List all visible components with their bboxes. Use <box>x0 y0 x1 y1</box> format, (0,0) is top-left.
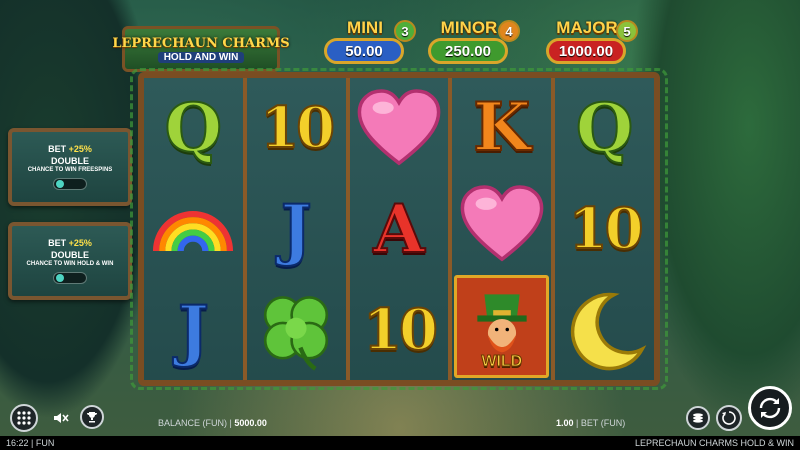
feature-description: CHANCE TO WIN FREESPINS <box>27 167 113 173</box>
reel-cell: J <box>247 179 346 280</box>
clock: 16:22 <box>6 438 29 448</box>
feature-description: CHANCE TO WIN HOLD & WIN <box>26 261 114 267</box>
reel-2: 10 J <box>246 78 346 380</box>
reel-cell: 10 <box>247 78 346 179</box>
status-left: 16:22 | FUN <box>6 438 55 448</box>
reel-cell <box>247 279 346 380</box>
reel-5: Q 10 <box>555 78 654 380</box>
rainbow-icon <box>153 211 234 252</box>
status-bar: 16:22 | FUN LEPRECHAUN CHARMS HOLD & WIN <box>0 436 800 450</box>
symbol-10: 10 <box>568 196 645 262</box>
jackpot-minor-value: 250.00 <box>428 38 508 64</box>
heart-icon <box>357 89 441 166</box>
balance-label: BALANCE (FUN) <box>158 418 228 428</box>
feature-panel-freespins: BET +25% DOUBLE CHANCE TO WIN FREESPINS <box>8 128 132 206</box>
reel-cell <box>350 78 449 179</box>
bet-display: 1.00 | BET (FUN) <box>556 418 626 428</box>
reel-3: A 10 <box>349 78 449 380</box>
bet-label: BET (FUN) <box>580 418 626 428</box>
autoplay-icon <box>722 411 736 425</box>
balance-value: 5000.00 <box>234 418 267 428</box>
symbol-10: 10 <box>362 296 439 363</box>
coin-stack-icon <box>693 413 703 423</box>
feature-bet-pct: +25% <box>68 238 92 248</box>
reel-cell: Q <box>555 78 654 179</box>
jackpot-major-badge: 5 <box>616 20 638 42</box>
mute-icon <box>54 413 69 423</box>
jackpot-mini-badge: 3 <box>394 20 416 42</box>
spin-icon <box>759 397 781 419</box>
symbol-q: Q <box>575 89 634 168</box>
game-name: LEPRECHAUN CHARMS HOLD & WIN <box>634 438 794 448</box>
wild-label: WILD <box>481 352 523 370</box>
spin-button[interactable] <box>748 386 792 430</box>
menu-button[interactable] <box>10 404 38 432</box>
feature-double-label: DOUBLE <box>51 250 89 260</box>
play-mode: FUN <box>35 438 55 448</box>
jackpot-major-value: 1000.00 <box>546 38 626 64</box>
game-logo: LEPRECHAUN CHARMS HOLD AND WIN <box>112 26 290 72</box>
feature-bet-pct: +25% <box>68 144 92 154</box>
reel-cell: Q <box>144 78 243 179</box>
logo-title: LEPRECHAUN CHARMS <box>112 35 290 51</box>
grid-menu-icon <box>17 411 31 425</box>
holdwin-toggle[interactable] <box>53 272 87 284</box>
reel-cell: WILD <box>454 274 550 378</box>
reel-cell <box>144 179 243 280</box>
autoplay-button[interactable] <box>716 405 742 431</box>
reel-cell: 10 <box>350 279 449 380</box>
balance-display: BALANCE (FUN) | 5000.00 <box>158 418 267 428</box>
feature-bet-line: BET +25% <box>48 238 92 248</box>
bet-value: 1.00 <box>556 418 574 428</box>
feature-bet-line: BET +25% <box>48 144 92 154</box>
heart-icon <box>460 185 544 262</box>
symbol-q: Q <box>164 89 223 168</box>
feature-panel-holdwin: BET +25% DOUBLE CHANCE TO WIN HOLD & WIN <box>8 222 132 300</box>
symbol-j: J <box>177 290 210 369</box>
reel-cell: 10 <box>555 179 654 280</box>
bet-settings-button[interactable] <box>686 406 710 430</box>
reel-cell <box>555 279 654 380</box>
reel-cell: K <box>452 78 551 175</box>
trophy-icon <box>87 412 97 423</box>
reel-cell: J <box>144 279 243 380</box>
reel-cell: A <box>350 179 449 280</box>
logo-subtitle: HOLD AND WIN <box>157 51 245 63</box>
symbol-j: J <box>280 190 313 268</box>
reel-1: QJ <box>144 78 243 380</box>
jackpot-mini-value: 50.00 <box>324 38 404 64</box>
game-scene: LEPRECHAUN CHARMS HOLD AND WIN MINI 50.0… <box>0 0 800 450</box>
sound-button[interactable] <box>50 407 72 429</box>
feature-bet-label: BET <box>48 144 67 154</box>
freespins-toggle[interactable] <box>53 178 87 190</box>
symbol-k: K <box>472 87 531 166</box>
jackpot-minor-badge: 4 <box>498 20 520 42</box>
paytable-button[interactable] <box>80 405 104 429</box>
symbol-10: 10 <box>259 95 336 162</box>
jackpot-mini: MINI 50.00 3 <box>322 18 416 70</box>
reel-cell <box>452 175 551 272</box>
moon-icon <box>570 292 646 370</box>
reel-4: K WILD <box>452 78 552 380</box>
jackpot-major: MAJOR 1000.00 5 <box>544 18 638 70</box>
reel-grid: Q J 10 J A 10 K WILD Q 10 <box>144 78 654 380</box>
feature-double-label: DOUBLE <box>51 156 89 166</box>
clover-icon <box>264 295 329 371</box>
feature-bet-label: BET <box>48 238 67 248</box>
symbol-a: A <box>372 190 425 268</box>
jackpot-minor: MINOR 250.00 4 <box>426 18 520 70</box>
